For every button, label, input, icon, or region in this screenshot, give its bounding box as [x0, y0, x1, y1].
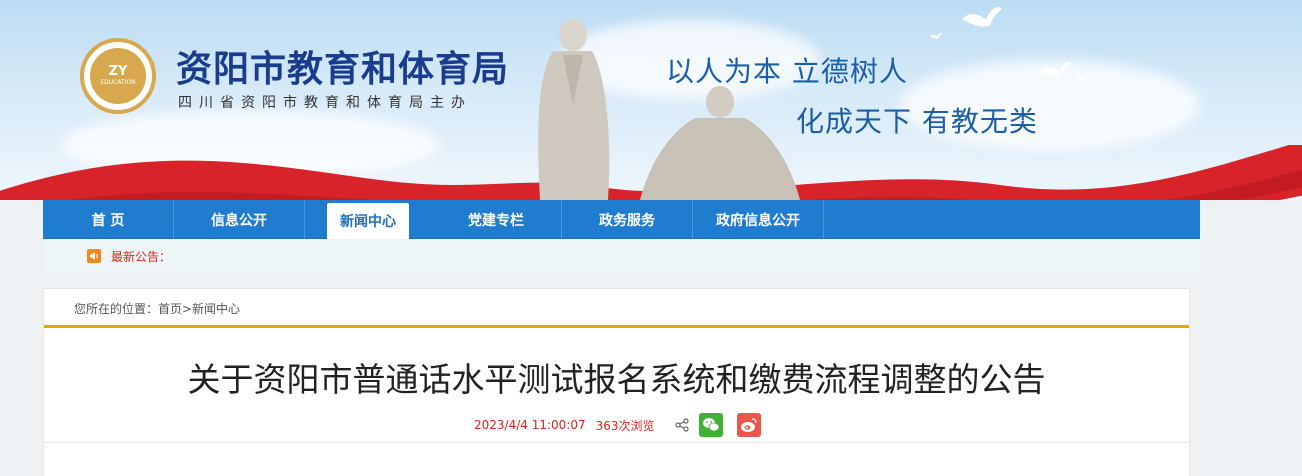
- breadcrumb-divider: [44, 325, 1189, 328]
- main-nav: 首 页 信息公开 新闻中心 党建专栏 政务服务 政府信息公开: [43, 200, 1200, 239]
- statue-seated-decoration: [640, 86, 800, 200]
- notice-label: 最新公告：: [111, 249, 172, 264]
- article-meta: 2023/4/4 11:00:07 363次浏览: [474, 413, 761, 437]
- site-logo[interactable]: ZY EDUCATION: [80, 38, 156, 114]
- weibo-share-button[interactable]: [736, 413, 761, 437]
- site-subtitle: 四川省资阳市教育和体育局主办: [178, 95, 472, 111]
- view-count: 363次浏览: [595, 418, 655, 433]
- logo-text-top: ZY: [108, 64, 128, 79]
- site-title[interactable]: 资阳市教育和体育局: [176, 40, 509, 92]
- nav-item-home[interactable]: 首 页: [43, 200, 174, 239]
- nav-item-info-disclosure[interactable]: 信息公开: [174, 200, 305, 239]
- dove-icon: [1075, 73, 1089, 81]
- logo-text-bottom: EDUCATION: [100, 79, 136, 86]
- publish-datetime: 2023/4/4 11:00:07: [474, 418, 586, 432]
- nav-item-news-center[interactable]: 新闻中心: [327, 203, 409, 239]
- breadcrumb[interactable]: 您所在的位置：首页>新闻中心: [74, 300, 240, 317]
- share-icon[interactable]: [673, 416, 691, 434]
- article-card: 您所在的位置：首页>新闻中心 关于资阳市普通话水平测试报名系统和缴费流程调整的公…: [43, 288, 1190, 476]
- nav-item-gov-info-disclosure[interactable]: 政府信息公开: [693, 200, 824, 239]
- meta-divider: [44, 442, 1189, 443]
- dove-icon: [962, 7, 1002, 27]
- dove-icon: [930, 32, 942, 39]
- notice-bar: 最新公告：: [43, 240, 1200, 272]
- dove-icon: [1040, 61, 1072, 77]
- nav-item-government-services[interactable]: 政务服务: [562, 200, 693, 239]
- slogan-line-2: 化成天下 有教无类: [796, 105, 1038, 138]
- slogan-line-1: 以人为本 立德树人: [666, 55, 908, 88]
- article-title: 关于资阳市普通话水平测试报名系统和缴费流程调整的公告: [187, 360, 1046, 399]
- wechat-share-button[interactable]: [698, 413, 723, 437]
- weibo-icon: [740, 418, 757, 432]
- statue-confucius-decoration: [538, 19, 610, 200]
- wechat-icon: [702, 418, 719, 432]
- logo-emblem: ZY EDUCATION: [90, 48, 146, 104]
- nav-item-party-building[interactable]: 党建专栏: [431, 200, 562, 239]
- speaker-icon: [87, 249, 101, 263]
- header-banner: ZY EDUCATION 资阳市教育和体育局 四川省资阳市教育和体育局主办 以人…: [0, 0, 1302, 200]
